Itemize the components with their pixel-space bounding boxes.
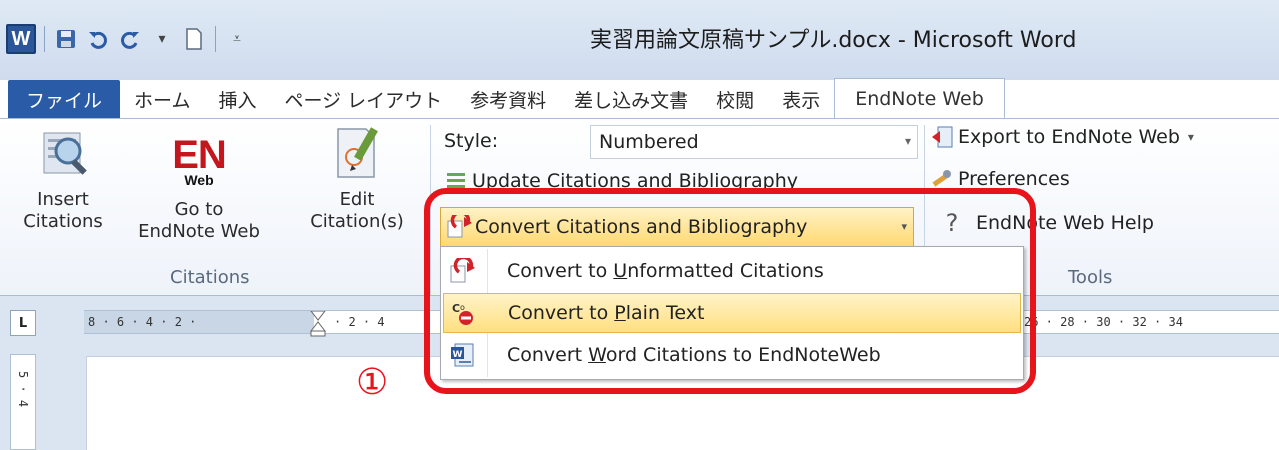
annotation-marker: ①	[356, 362, 389, 403]
ribbon-tabs: ファイル ホーム 挿入 ページ レイアウト 参考資料 差し込み文書 校閲 表示 …	[0, 78, 1279, 118]
tab-references[interactable]: 参考資料	[456, 80, 560, 118]
chevron-down-icon[interactable]: ▾	[149, 24, 175, 54]
tab-endnote-web[interactable]: EndNote Web	[834, 78, 1005, 118]
tab-selector[interactable]: L	[10, 310, 36, 336]
qat-divider	[44, 26, 45, 52]
undo-icon[interactable]	[85, 24, 111, 54]
citations-group-label: Citations	[170, 267, 250, 288]
new-document-icon[interactable]	[181, 24, 207, 54]
insert-citations-button[interactable]: Insert Citations	[0, 125, 126, 233]
ruler-ticks-start: · 2 · 4	[334, 315, 385, 329]
insert-label-line1: Insert	[37, 189, 89, 210]
goto-label-line2: EndNote Web	[138, 221, 260, 242]
preferences-label: Preferences	[958, 168, 1070, 190]
qat-divider	[215, 26, 216, 52]
go-to-endnote-web-button[interactable]: EN Web Go to EndNote Web	[124, 125, 274, 243]
ruler-ticks-right: 26 · 28 · 30 · 32 · 34	[1024, 315, 1183, 329]
window-title: 実習用論文原稿サンプル.docx - Microsoft Word	[590, 28, 1077, 53]
tools-group-label: Tools	[1068, 267, 1113, 288]
quick-access-toolbar: W ▾ ⩡	[6, 22, 250, 56]
style-select[interactable]: Numbered ▾	[590, 125, 918, 159]
vertical-ruler-ticks: 5 · 4	[16, 371, 30, 408]
tab-insert[interactable]: 挿入	[204, 80, 270, 118]
save-icon[interactable]	[53, 24, 79, 54]
tab-view[interactable]: 表示	[768, 80, 834, 118]
title-bar: W ▾ ⩡ 実習用論文原稿サンプル.docx - Microsoft Word	[0, 0, 1279, 80]
annotation-outline	[424, 188, 1036, 394]
chevron-down-icon[interactable]: ▾	[1188, 130, 1194, 144]
style-value: Numbered	[599, 131, 699, 153]
word-app-icon[interactable]: W	[6, 24, 36, 54]
tab-home[interactable]: ホーム	[120, 80, 204, 118]
magnifier-icon	[38, 125, 88, 175]
endnote-logo-sub: Web	[184, 172, 214, 188]
endnote-logo-icon: EN Web	[159, 135, 239, 188]
export-icon	[930, 125, 954, 149]
edit-label-line2: Citation(s)	[310, 211, 404, 232]
edit-label-line1: Edit	[339, 189, 375, 210]
customize-qat-icon[interactable]: ⩡	[224, 24, 250, 54]
indent-marker-icon[interactable]	[310, 311, 326, 337]
export-to-endnote-web-button[interactable]: Export to EndNote Web ▾	[930, 125, 1194, 149]
tab-file[interactable]: ファイル	[8, 80, 121, 118]
redo-icon[interactable]	[117, 24, 143, 54]
tab-mailings[interactable]: 差し込み文書	[560, 80, 702, 118]
insert-label-line2: Citations	[23, 211, 103, 232]
export-label: Export to EndNote Web	[958, 126, 1180, 148]
ruler-ticks-left: 8 · 6 · 4 · 2 ·	[88, 315, 197, 329]
chevron-down-icon[interactable]: ▾	[905, 134, 911, 148]
vertical-ruler[interactable]: 5 · 4	[10, 354, 36, 450]
app-letter: W	[11, 27, 31, 50]
tab-page-layout[interactable]: ページ レイアウト	[270, 80, 456, 118]
edit-citations-button[interactable]: Edit Citation(s)	[286, 125, 428, 233]
style-label: Style:	[444, 130, 499, 152]
goto-label-line1: Go to	[174, 199, 224, 220]
edit-document-icon	[332, 125, 382, 178]
tab-review[interactable]: 校閲	[702, 80, 768, 118]
